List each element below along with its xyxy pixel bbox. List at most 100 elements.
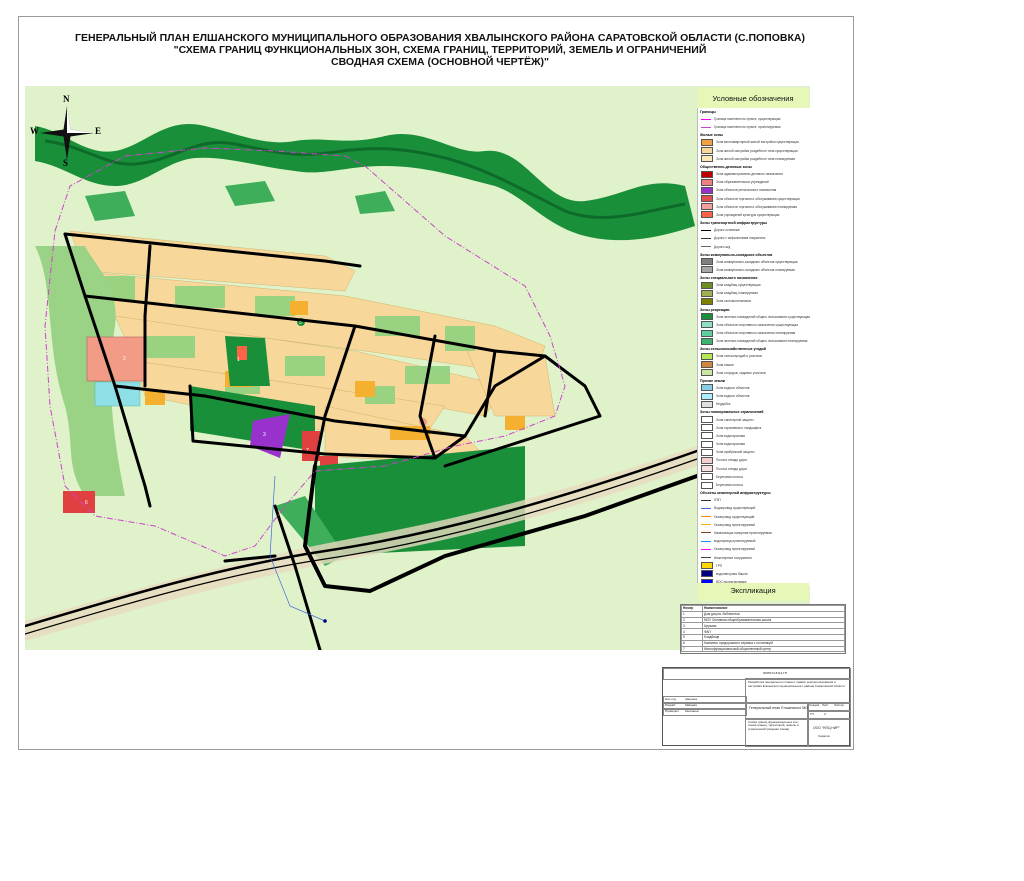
legend-label: Газопровод существующий [714, 514, 755, 519]
stamp-role-2: Разраб. [665, 703, 676, 707]
legend-item: Дороги основные [701, 226, 810, 234]
legend-swatch [701, 126, 711, 128]
map-canvas[interactable]: 2 6 1 3 7 4 5 [25, 86, 810, 650]
legend-item: Зона административно-делового назначения [701, 170, 810, 178]
title-line-3: СВОДНАЯ СХЕМА (ОСНОВНОЙ ЧЕРТЁЖ)" [331, 56, 549, 68]
legend-section-title: Прочие земли [700, 378, 726, 383]
legend-label: ЛЭП [714, 498, 721, 503]
explication-heading: Экспликация [697, 583, 809, 601]
legend-swatch [701, 562, 713, 570]
legend-item: Зона объектов религиозного назначения [701, 186, 810, 194]
legend-swatch [701, 147, 713, 155]
legend-heading: Условные обозначения [697, 88, 809, 108]
legend-item: Зона водоохранная [701, 440, 810, 448]
legend-item: Береговая полоса [701, 481, 810, 489]
legend-item: Водопровод существующий [701, 504, 810, 512]
legend-swatch [701, 246, 711, 248]
legend-label: Канализация напорная проектируемая [714, 530, 772, 535]
legend-item: Зона коммунально-складских объектов план… [701, 266, 810, 274]
legend-label: Зона водных объектов [716, 394, 750, 399]
legend-item: Канализация напорная проектируемая [701, 529, 810, 537]
legend-swatch [701, 532, 711, 534]
legend-label: Зона многоквартирной жилой застройки сущ… [716, 140, 799, 145]
legend-swatch [701, 178, 713, 186]
legend-section-title: Зоны транспортной инфраструктуры [700, 221, 768, 226]
legend-label: Граница населенного пункта, существующая [714, 117, 781, 122]
stamp-sheets: Листов [834, 703, 844, 707]
title-line-2: "СХЕМА ГРАНИЦ ФУНКЦИОНАЛЬНЫХ ЗОН, СХЕМА … [173, 44, 707, 56]
legend-label: Зона объектов торговли и обслуживания пл… [716, 204, 798, 209]
stamp-city: Саратов [818, 734, 830, 738]
legend-label: Дороги ж/д [714, 244, 731, 249]
legend-swatch [701, 281, 713, 289]
compass-rose: N S W E [30, 94, 102, 168]
compass-e: E [95, 126, 102, 136]
legend-item: Зона прибрежной защиты [701, 448, 810, 456]
legend-swatch [701, 416, 713, 424]
stamp-name-3: Калинина [685, 709, 699, 713]
legend-label: Зона скотомогильников [716, 299, 751, 304]
stamp-desc: Разработка генерального плана и правил з… [748, 680, 845, 688]
map-drawing: 2 6 1 3 7 4 5 [25, 123, 727, 650]
legend-section-title: Зоны рекреации [700, 307, 730, 312]
legend-item: Зона учреждений культуры существующая [701, 211, 810, 219]
legend-label: Дороги с асфальтовым покрытием [714, 236, 766, 241]
legend-item: Зона водных объектов [701, 392, 810, 400]
legend-label: водопровод проектируемый [714, 539, 756, 544]
legend-item: Зона зеленых насаждений общего пользован… [701, 313, 810, 321]
legend-swatch [701, 155, 713, 163]
stamp-org: ООО "НПЦ НИР" [813, 726, 840, 730]
legend-item: Полоса отвода дорог [701, 456, 810, 464]
legend-item: Зона огородов, садовых участков [701, 369, 810, 377]
legend-swatch [701, 313, 713, 321]
explication-table: Номер Наименование 1 Дом досуга, библиотека… [680, 604, 846, 654]
legend-item: Зона объектов спортивного назначения пла… [701, 329, 810, 337]
legend-label: Полоса отвода дорог [716, 466, 748, 471]
legend-label: водонапорная башня [716, 571, 748, 576]
legend-item: Зона объектов торговли и обслуживания су… [701, 195, 810, 203]
legend-swatch [701, 321, 713, 329]
legend-item: Дороги с асфальтовым покрытием [701, 234, 810, 242]
legend-swatch [701, 369, 713, 377]
park-block-2 [225, 336, 270, 386]
legend-item: Береговая полоса [701, 473, 810, 481]
legend-label: Зона зеленых насаждений общего пользован… [716, 339, 808, 344]
legend-label: Зона объектов религиозного назначения [716, 188, 777, 193]
legend-item: Зона водоохранная [701, 432, 810, 440]
legend-label: Водопровод существующий [714, 506, 756, 511]
legend-item: Зона жилой застройки усадебного типа пла… [701, 155, 810, 163]
service-zone [63, 491, 95, 513]
legend-label: Дороги основные [714, 228, 740, 233]
legend-label: ГРП [716, 563, 723, 568]
forest-north [35, 123, 695, 241]
legend-item: Зона сельхозугодий и участков [701, 352, 810, 360]
legend-item: Зона многоквартирной жилой застройки сущ… [701, 138, 810, 146]
legend-item: Зона кладбищ существующая [701, 281, 810, 289]
legend-label: Зона пашни [716, 362, 734, 367]
stamp-name-2: Зайцева [685, 703, 697, 707]
legend-item: водонапорная башня [701, 570, 810, 578]
legend-swatch [701, 297, 713, 305]
legend-label: Зона объектов торговли и обслуживания су… [716, 196, 800, 201]
legend-item: ГРП [701, 562, 810, 570]
legend-swatch [701, 289, 713, 297]
explication-number: 7 [681, 645, 703, 653]
zone-1-label: 1 [237, 357, 240, 363]
explication-name: Многофункциональный общественный центр [702, 645, 845, 653]
legend-section-title: Зоны планировочных ограничений [700, 410, 764, 415]
legend-swatch [701, 432, 713, 440]
title-line-1: ГЕНЕРАЛЬНЫЙ ПЛАН ЕЛШАНСКОГО МУНИЦИПАЛЬНО… [75, 32, 805, 44]
legend-item: Граница населенного пункта, существующая [701, 115, 810, 123]
legend-item: Граница населенного пункта, проектируема… [701, 123, 810, 131]
compass-n: N [63, 94, 70, 104]
legend-swatch [701, 237, 711, 239]
legend-item: Полоса отвода дорог [701, 465, 810, 473]
legend-section-title: Объекты инженерной инфраструктуры [700, 491, 771, 496]
legend-swatch [701, 118, 711, 120]
legend-swatch [701, 186, 713, 194]
legend-label: Зона административно-делового назначения [716, 172, 783, 177]
legend-swatch [701, 329, 713, 337]
legend-swatch [701, 473, 713, 481]
title-block-stamp: 0065074-8113-ГП Разработка генерального … [662, 667, 851, 747]
stamp-stage: Стадия [809, 703, 820, 707]
